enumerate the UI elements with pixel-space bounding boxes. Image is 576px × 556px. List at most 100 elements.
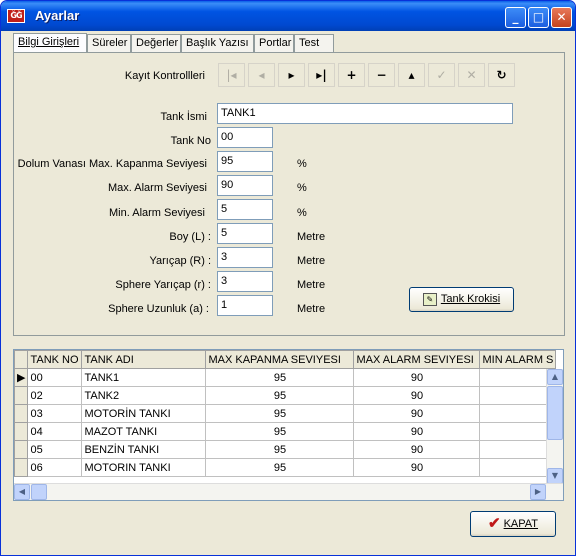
cell-max-close[interactable]: 95: [205, 386, 355, 405]
tab-sureler[interactable]: Süreler: [87, 34, 131, 52]
tab-test[interactable]: Test: [294, 34, 334, 52]
tab-bilgi-girisleri[interactable]: Bilgi Girişleri: [13, 33, 87, 52]
tank-no-field[interactable]: 00: [217, 127, 273, 148]
post-icon: ✓: [436, 68, 447, 82]
cell-max-alarm[interactable]: 90: [353, 458, 481, 477]
scroll-left-icon[interactable]: ◀: [14, 484, 30, 500]
col-header-tank-name[interactable]: TANK ADI: [81, 350, 207, 369]
cell-max-alarm[interactable]: 90: [353, 404, 481, 423]
radius-field[interactable]: 3: [217, 247, 273, 268]
row-indicator: [14, 386, 29, 405]
scroll-down-icon[interactable]: ▼: [547, 468, 563, 484]
cell-max-alarm[interactable]: 90: [353, 368, 481, 387]
cell-max-alarm[interactable]: 90: [353, 386, 481, 405]
valve-max-field[interactable]: 95: [217, 151, 273, 172]
grid-horizontal-scrollbar[interactable]: ◀ ▶: [14, 483, 563, 500]
col-header-max-alarm[interactable]: MAX ALARM SEVIYESI: [353, 350, 481, 369]
valve-max-label: Dolum Vanası Max. Kapanma Seviyesi: [17, 158, 207, 170]
next-record-icon: ▸: [288, 68, 295, 82]
row-indicator: [14, 422, 29, 441]
vertical-scroll-thumb[interactable]: [547, 386, 563, 440]
tank-sketch-button[interactable]: ✎ Tank Krokisi: [409, 287, 514, 312]
sphere-length-unit: Metre: [297, 303, 326, 315]
tank-name-field[interactable]: TANK1: [217, 103, 513, 124]
cell-tank-name[interactable]: TANK1: [81, 368, 207, 387]
cell-tank-name[interactable]: MAZOT TANKI: [81, 422, 207, 441]
valve-max-unit: %: [297, 158, 307, 170]
sphere-length-field[interactable]: 1: [217, 295, 273, 316]
cell-tank-name[interactable]: BENZİN TANKI: [81, 440, 207, 459]
maximize-button[interactable]: □: [528, 7, 549, 28]
delete-record-button[interactable]: −: [368, 63, 395, 87]
table-row[interactable]: ▶ 00 TANK1 95 90 5: [14, 368, 557, 387]
last-record-button[interactable]: ▸|: [308, 63, 335, 87]
table-row[interactable]: 06 MOTORIN TANKI 95 90 5: [14, 458, 557, 477]
tank-sketch-label: Tank Krokisi: [440, 293, 501, 305]
edit-record-button[interactable]: ▴: [398, 63, 425, 87]
first-record-button[interactable]: |◂: [218, 63, 245, 87]
radius-label: Yarıçap (R) :: [149, 255, 211, 267]
cell-max-close[interactable]: 95: [205, 422, 355, 441]
close-window-button[interactable]: ✕: [551, 7, 572, 28]
title-bar[interactable]: ĞĞ Ayarlar _ □ ✕: [1, 1, 575, 31]
table-row[interactable]: 03 MOTORİN TANKI 95 90 5: [14, 404, 557, 423]
post-record-button[interactable]: ✓: [428, 63, 455, 87]
cell-max-close[interactable]: 95: [205, 458, 355, 477]
min-alarm-label: Min. Alarm Seviyesi: [109, 207, 205, 219]
cell-max-close[interactable]: 95: [205, 368, 355, 387]
cell-min-alarm[interactable]: 5: [479, 458, 557, 477]
cell-min-alarm[interactable]: 5: [479, 368, 557, 387]
length-label: Boy (L) :: [169, 231, 211, 243]
horizontal-scroll-thumb[interactable]: [31, 484, 47, 500]
cell-tank-no[interactable]: 00: [27, 368, 83, 387]
min-alarm-field[interactable]: 5: [217, 199, 273, 220]
cell-tank-no[interactable]: 02: [27, 386, 83, 405]
cell-min-alarm[interactable]: 5: [479, 386, 557, 405]
minimize-button[interactable]: _: [505, 7, 526, 28]
sketch-icon: ✎: [422, 292, 437, 306]
scroll-up-icon[interactable]: ▲: [547, 369, 563, 385]
col-header-max-close[interactable]: MAX KAPANMA SEVIYESI: [205, 350, 355, 369]
window-title: Ayarlar: [35, 8, 80, 23]
cell-max-close[interactable]: 95: [205, 404, 355, 423]
length-field[interactable]: 5: [217, 223, 273, 244]
insert-record-button[interactable]: +: [338, 63, 365, 87]
table-row[interactable]: 04 MAZOT TANKI 95 90 5: [14, 422, 557, 441]
scroll-right-icon[interactable]: ▶: [530, 484, 546, 500]
cell-tank-name[interactable]: TANK2: [81, 386, 207, 405]
tank-no-label: Tank No: [170, 135, 211, 147]
cell-tank-no[interactable]: 04: [27, 422, 83, 441]
cell-tank-no[interactable]: 03: [27, 404, 83, 423]
maximize-icon: □: [532, 10, 545, 24]
row-indicator: [14, 458, 29, 477]
cell-min-alarm[interactable]: 5: [479, 422, 557, 441]
cell-tank-no[interactable]: 06: [27, 458, 83, 477]
cell-tank-name[interactable]: MOTORİN TANKI: [81, 404, 207, 423]
cell-min-alarm[interactable]: 5: [479, 440, 557, 459]
cell-max-close[interactable]: 95: [205, 440, 355, 459]
table-row[interactable]: 05 BENZİN TANKI 95 90 5: [14, 440, 557, 459]
cell-max-alarm[interactable]: 90: [353, 422, 481, 441]
sphere-radius-field[interactable]: 3: [217, 271, 273, 292]
cancel-edit-button[interactable]: ✕: [458, 63, 485, 87]
cell-min-alarm[interactable]: 5: [479, 404, 557, 423]
next-record-button[interactable]: ▸: [278, 63, 305, 87]
row-indicator: [14, 440, 29, 459]
row-indicator-icon: ▶: [14, 368, 29, 387]
tab-degerler[interactable]: Değerler: [131, 34, 181, 52]
table-row[interactable]: 02 TANK2 95 90 5: [14, 386, 557, 405]
tab-baslik-yazisi[interactable]: Başlık Yazısı: [181, 34, 254, 52]
cell-tank-name[interactable]: MOTORIN TANKI: [81, 458, 207, 477]
refresh-button[interactable]: ↻: [488, 63, 515, 87]
close-button[interactable]: ✔ KAPAT: [470, 511, 556, 537]
col-header-min-alarm[interactable]: MIN ALARM S: [479, 350, 557, 369]
max-alarm-field[interactable]: 90: [217, 175, 273, 196]
tanks-grid[interactable]: TANK NO TANK ADI MAX KAPANMA SEVIYESI MA…: [13, 349, 564, 501]
length-unit: Metre: [297, 231, 326, 243]
prior-record-button[interactable]: ◂: [248, 63, 275, 87]
cell-tank-no[interactable]: 05: [27, 440, 83, 459]
cell-max-alarm[interactable]: 90: [353, 440, 481, 459]
grid-vertical-scrollbar[interactable]: ▲ ▼: [546, 369, 563, 484]
tab-portlar[interactable]: Portlar: [254, 34, 294, 52]
col-header-tank-no[interactable]: TANK NO: [27, 350, 83, 369]
